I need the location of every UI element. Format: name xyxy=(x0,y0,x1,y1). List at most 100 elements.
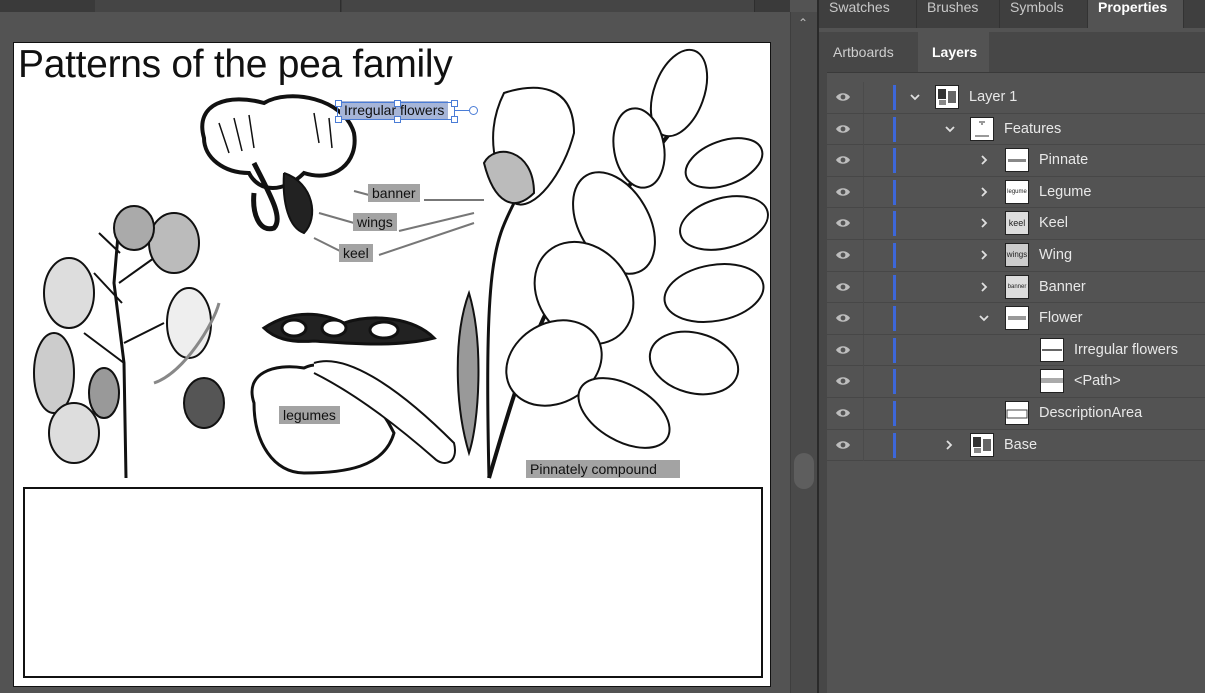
layer-thumbnail xyxy=(970,432,994,457)
lock-column[interactable] xyxy=(863,82,864,113)
lock-column[interactable] xyxy=(863,271,864,303)
panel-edge xyxy=(819,72,827,693)
chevron-right-icon[interactable] xyxy=(978,153,990,167)
layer-row-flower[interactable]: Flower xyxy=(827,303,1205,335)
chevron-right-icon[interactable] xyxy=(978,280,990,294)
layer-label[interactable]: Features xyxy=(1004,121,1061,137)
rotate-handle[interactable] xyxy=(469,106,478,115)
layer-label[interactable]: Flower xyxy=(1039,310,1083,326)
eye-icon[interactable] xyxy=(835,217,851,229)
lock-column[interactable] xyxy=(863,145,864,177)
lock-column[interactable] xyxy=(863,366,864,398)
tab-swatches[interactable]: Swatches xyxy=(819,0,917,28)
eye-icon[interactable] xyxy=(835,344,851,356)
lock-column[interactable] xyxy=(863,303,864,335)
chevron-right-icon[interactable] xyxy=(943,438,955,452)
chevron-down-icon[interactable] xyxy=(944,122,956,136)
layer-label[interactable]: Pinnate xyxy=(1039,152,1088,168)
layer-color-bar xyxy=(893,369,896,395)
document-tab[interactable] xyxy=(95,0,341,12)
layer-thumbnail: keel xyxy=(1005,211,1029,236)
layer-thumbnail xyxy=(1040,369,1064,394)
selection-handle[interactable] xyxy=(451,100,458,107)
label-keel[interactable]: keel xyxy=(339,244,373,262)
lock-column[interactable] xyxy=(863,239,864,271)
layer-row-path[interactable]: <Path> xyxy=(827,366,1205,398)
tab-brushes[interactable]: Brushes xyxy=(917,0,1000,28)
eye-icon[interactable] xyxy=(835,312,851,324)
selection-connector xyxy=(455,110,469,111)
layer-color-bar xyxy=(893,179,896,205)
layer-thumbnail xyxy=(1005,148,1029,173)
tab-layers[interactable]: Layers xyxy=(918,32,989,72)
tab-artboards[interactable]: Artboards xyxy=(819,32,918,72)
eye-icon[interactable] xyxy=(835,91,851,103)
tab-symbols[interactable]: Symbols xyxy=(1000,0,1088,28)
tab-properties[interactable]: Properties xyxy=(1088,0,1184,28)
label-wings[interactable]: wings xyxy=(353,213,397,231)
document-tab-bar xyxy=(0,0,790,12)
selection-handle[interactable] xyxy=(451,116,458,123)
chevron-down-icon[interactable] xyxy=(909,90,921,104)
eye-icon[interactable] xyxy=(835,186,851,198)
layer-label[interactable]: Irregular flowers xyxy=(1074,342,1178,358)
lock-column[interactable] xyxy=(863,397,864,429)
lock-column[interactable] xyxy=(863,113,864,145)
scroll-up-icon[interactable]: ⌃ xyxy=(798,16,808,30)
layer-row-legume[interactable]: legume Legume xyxy=(827,176,1205,209)
eye-icon[interactable] xyxy=(835,154,851,166)
label-pinnately-compound[interactable]: Pinnately compound xyxy=(526,460,680,478)
chevron-right-icon[interactable] xyxy=(978,185,990,199)
layer-row-banner[interactable]: banner Banner xyxy=(827,271,1205,304)
artboard-title[interactable]: Patterns of the pea family xyxy=(18,43,453,87)
layer-label[interactable]: Banner xyxy=(1039,279,1086,295)
chevron-down-icon[interactable] xyxy=(978,311,990,325)
artboard[interactable]: Patterns of the pea family Irregular flo… xyxy=(13,42,771,687)
eye-icon[interactable] xyxy=(835,123,851,135)
layer-row-irregular-flowers[interactable]: Irregular flowers xyxy=(827,334,1205,367)
selection-handle[interactable] xyxy=(394,100,401,107)
lock-column[interactable] xyxy=(863,429,864,461)
lock-column[interactable] xyxy=(863,208,864,240)
description-area[interactable] xyxy=(23,487,763,678)
chevron-right-icon[interactable] xyxy=(978,216,990,230)
layer-color-bar xyxy=(893,337,896,363)
eye-icon[interactable] xyxy=(835,249,851,261)
layer-row-descriptionarea[interactable]: DescriptionArea xyxy=(827,397,1205,430)
lock-column[interactable] xyxy=(863,334,864,366)
layer-row-layer-1[interactable]: Layer 1 xyxy=(827,82,1205,114)
layer-thumbnail xyxy=(935,85,959,109)
layer-color-bar xyxy=(893,400,896,426)
eye-icon[interactable] xyxy=(835,375,851,387)
eye-icon[interactable] xyxy=(835,439,851,451)
lock-column[interactable] xyxy=(863,176,864,208)
selection-handle[interactable] xyxy=(335,116,342,123)
document-tab[interactable] xyxy=(342,0,755,12)
layer-row-wing[interactable]: wings Wing xyxy=(827,239,1205,272)
layer-row-keel[interactable]: keel Keel xyxy=(827,208,1205,240)
canvas-vertical-scrollbar[interactable]: ⌃ xyxy=(790,12,818,693)
selection-handle[interactable] xyxy=(335,100,342,107)
eye-icon[interactable] xyxy=(835,281,851,293)
layer-label[interactable]: Keel xyxy=(1039,215,1068,231)
layer-color-bar xyxy=(893,211,896,237)
panel-subtab-bar: Artboards Layers xyxy=(819,32,1205,73)
eye-icon[interactable] xyxy=(835,407,851,419)
layer-color-bar xyxy=(893,85,896,110)
label-legumes[interactable]: legumes xyxy=(279,406,340,424)
layer-color-bar xyxy=(893,306,896,332)
label-banner[interactable]: banner xyxy=(368,184,420,202)
layer-label[interactable]: DescriptionArea xyxy=(1039,405,1142,421)
layer-label[interactable]: <Path> xyxy=(1074,373,1121,389)
layer-label[interactable]: Wing xyxy=(1039,247,1072,263)
layer-row-pinnate[interactable]: Pinnate xyxy=(827,145,1205,177)
scroll-thumb[interactable] xyxy=(794,453,814,489)
chevron-right-icon[interactable] xyxy=(978,248,990,262)
layer-label[interactable]: Layer 1 xyxy=(969,89,1017,105)
canvas-area[interactable]: Patterns of the pea family Irregular flo… xyxy=(0,0,790,693)
layer-label[interactable]: Legume xyxy=(1039,184,1091,200)
selection-handle[interactable] xyxy=(394,116,401,123)
layer-row-features[interactable]: Features xyxy=(827,113,1205,146)
layer-row-base[interactable]: Base xyxy=(827,429,1205,462)
layer-label[interactable]: Base xyxy=(1004,437,1037,453)
